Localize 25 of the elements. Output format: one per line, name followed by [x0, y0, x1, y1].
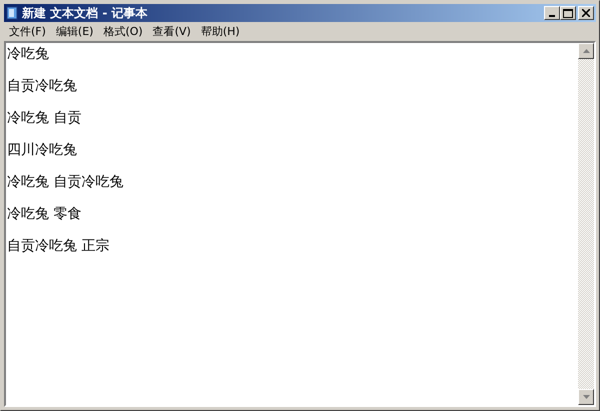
scroll-up-button[interactable]	[578, 43, 594, 59]
text-area[interactable]: 冷吃兔 自贡冷吃兔 冷吃兔 自贡 四川冷吃兔 冷吃兔 自贡冷吃兔 冷吃兔 零食 自贡冷吃兔 正宗	[4, 41, 596, 407]
maximize-button[interactable]	[560, 6, 576, 20]
text-line: 四川冷吃兔	[7, 141, 78, 160]
menu-item[interactable]: 文件(F)	[4, 24, 51, 39]
text-line: 冷吃兔 零食	[7, 205, 82, 224]
menu-item[interactable]: 格式(O)	[98, 24, 148, 39]
up-arrow-icon	[582, 49, 590, 53]
text-line: 冷吃兔 自贡冷吃兔	[7, 173, 124, 192]
minimize-button[interactable]	[544, 6, 560, 20]
menu-item[interactable]: 帮助(H)	[196, 24, 245, 39]
menu-item[interactable]: 编辑(E)	[50, 24, 98, 39]
notepad-icon	[6, 6, 18, 20]
text-line: 自贡冷吃兔 正宗	[7, 237, 110, 256]
down-arrow-icon	[582, 395, 590, 399]
vertical-scrollbar[interactable]	[578, 43, 594, 405]
text-line: 冷吃兔	[7, 45, 50, 64]
scroll-down-button[interactable]	[578, 389, 594, 405]
close-icon	[582, 9, 590, 17]
menu-item[interactable]: 查看(V)	[148, 24, 196, 39]
text-line: 冷吃兔 自贡	[7, 109, 82, 128]
maximize-icon	[563, 8, 573, 18]
close-button[interactable]	[578, 6, 594, 20]
window-title: 新建 文本文档 - 记事本	[22, 4, 149, 22]
text-line: 自贡冷吃兔	[7, 77, 78, 96]
